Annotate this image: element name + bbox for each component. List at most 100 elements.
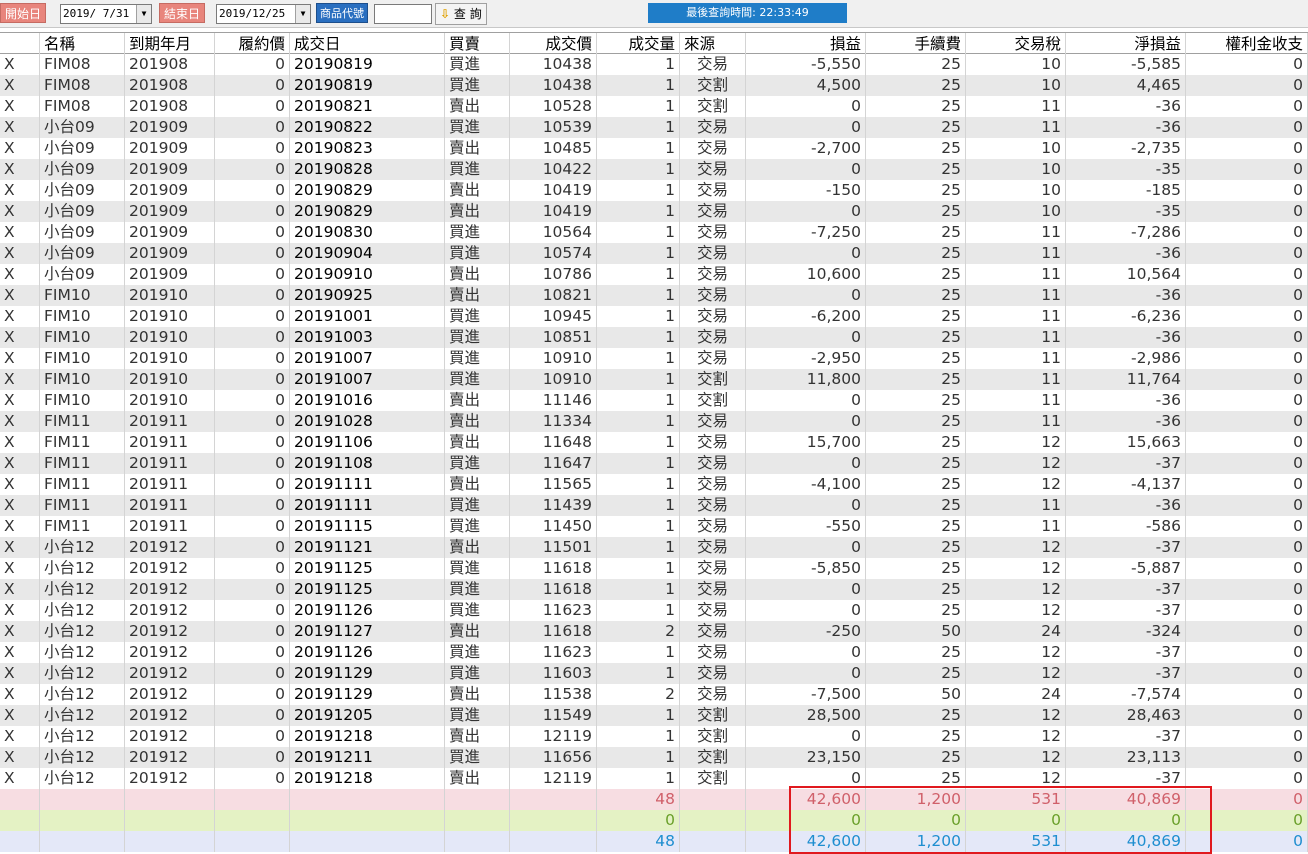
cell-source: 交易 [680,537,746,558]
table-row[interactable]: X 小台12 201912 0 20191129 賣出 11538 2 交易 -7,500 50 24… [0,684,1308,705]
table-row[interactable]: X FIM08 201908 0 20190821 賣出 10528 1 交割 0 25 11 -36 0 [0,96,1308,117]
cell-name: 小台09 [40,180,125,201]
cell-expiry: 201909 [125,117,215,138]
table-row[interactable]: X 小台12 201912 0 20191205 買進 11549 1 交割 28,500 25 12… [0,705,1308,726]
cell-source: 交易 [680,474,746,495]
cell-trade-date: 20190829 [290,180,445,201]
cell-price: 10539 [510,117,597,138]
table-row[interactable]: X 小台09 201909 0 20190829 賣出 10419 1 交易 -150 25 10 -1… [0,180,1308,201]
table-row[interactable]: X 小台09 201909 0 20190823 賣出 10485 1 交易 -2,700 25 10… [0,138,1308,159]
col-header[interactable]: 來源 [680,33,746,55]
cell-trade-date: 20190829 [290,201,445,222]
cell-pnl: 0 [746,726,866,747]
start-date-combo[interactable]: 2019/ 7/31 ▼ [60,4,152,24]
table-row[interactable]: X FIM11 201911 0 20191106 賣出 11648 1 交易 15,700 25 1… [0,432,1308,453]
cell-price: 10945 [510,306,597,327]
table-row[interactable]: X FIM11 201911 0 20191115 買進 11450 1 交易 -550 25 11-… [0,516,1308,537]
cell-pnl: -6,200 [746,306,866,327]
table-row[interactable]: X 小台12 201912 0 20191218 賣出 12119 1 交割 0 25 12 -37 0 [0,726,1308,747]
table-row[interactable]: X 小台12 201912 0 20191125 買進 11618 1 交易 -5,850 25 12… [0,558,1308,579]
table-row[interactable]: X 小台09 201909 0 20190822 買進 10539 1 交易 0 25 11 -36 0 [0,117,1308,138]
col-header[interactable]: 成交價 [510,33,597,55]
end-date-combo[interactable]: 2019/12/25 ▼ [216,4,311,24]
table-row[interactable]: X 小台12 201912 0 20191129 買進 11603 1 交易 0 25 12 -37 0 [0,663,1308,684]
summary-empty-cell [0,831,40,852]
summary-empty-cell [445,789,510,810]
col-header[interactable]: 交易稅 [966,33,1066,55]
table-row[interactable]: X 小台09 201909 0 20190910 賣出 10786 1 交易 10,600 25 11… [0,264,1308,285]
product-code-label: 商品代號 [316,3,368,23]
cell-pnl: 0 [746,411,866,432]
col-header[interactable]: 到期年月 [125,33,215,55]
cell-premium: 0 [1186,726,1308,747]
cell-side: 賣出 [445,264,510,285]
cell-pnl: -250 [746,621,866,642]
cell-fee: 25 [866,705,966,726]
cell-source: 交割 [680,768,746,789]
table-row[interactable]: X FIM10 201910 0 20191001 買進 10945 1 交易 -6,200 25 1… [0,306,1308,327]
table-row[interactable]: X 小台09 201909 0 20190904 買進 10574 1 交易 0 25 11 -36 0 [0,243,1308,264]
col-header[interactable]: 名稱 [40,33,125,55]
col-header[interactable]: 成交日 [290,33,445,55]
chevron-down-icon[interactable]: ▼ [136,5,151,23]
cell-side: 買進 [445,54,510,75]
col-header[interactable]: 損益 [746,33,866,55]
table-row[interactable]: X FIM10 201910 0 20191003 買進 10851 1 交易 0 25 11 -36 0 [0,327,1308,348]
col-header[interactable]: 成交量 [597,33,680,55]
table-row[interactable]: X 小台09 201909 0 20190829 賣出 10419 1 交易 0 25 10 -35 0 [0,201,1308,222]
table-row[interactable]: X 小台12 201912 0 20191126 買進 11623 1 交易 0 25 12 -37 0 [0,600,1308,621]
cell-account-flag: X [0,579,40,600]
cell-pnl: -550 [746,516,866,537]
cell-premium: 0 [1186,285,1308,306]
cell-quantity: 1 [597,390,680,411]
cell-fee: 25 [866,327,966,348]
table-row[interactable]: X FIM08 201908 0 20190819 買進 10438 1 交易 -5,550 25 1… [0,54,1308,75]
table-row[interactable]: X FIM11 201911 0 20191028 賣出 11334 1 交易 0 25 11 -36 0 [0,411,1308,432]
col-header[interactable]: 手續費 [866,33,966,55]
cell-fee: 25 [866,243,966,264]
cell-strike: 0 [215,75,290,96]
table-row[interactable]: X 小台12 201912 0 20191211 買進 11656 1 交割 23,150 25 12… [0,747,1308,768]
table-row[interactable]: X FIM10 201910 0 20191016 賣出 11146 1 交割 0 25 11 -36 0 [0,390,1308,411]
product-code-input[interactable] [374,4,432,24]
cell-strike: 0 [215,621,290,642]
table-row[interactable]: X 小台12 201912 0 20191121 賣出 11501 1 交易 0 25 12 -37 0 [0,537,1308,558]
col-header[interactable]: 履約價 [215,33,290,55]
chevron-down-icon[interactable]: ▼ [295,5,310,23]
table-row[interactable]: X FIM10 201910 0 20190925 賣出 10821 1 交易 0 25 11 -36 0 [0,285,1308,306]
table-row[interactable]: X FIM11 201911 0 20191108 買進 11647 1 交易 0 25 12 -37 0 [0,453,1308,474]
table-row[interactable]: X FIM10 201910 0 20191007 買進 10910 1 交割 11,800 25 1… [0,369,1308,390]
col-header[interactable]: 買賣 [445,33,510,55]
cell-name: 小台12 [40,642,125,663]
table-row[interactable]: X 小台12 201912 0 20191218 賣出 12119 1 交割 0 25 12 -37 0 [0,768,1308,789]
col-header[interactable] [0,33,40,55]
col-header[interactable]: 淨損益 [1066,33,1186,55]
table-row[interactable]: X 小台12 201912 0 20191127 賣出 11618 2 交易 -250 50 24 -3… [0,621,1308,642]
end-date-value: 2019/12/25 [219,7,286,20]
cell-name: 小台12 [40,558,125,579]
table-row[interactable]: X FIM10 201910 0 20191007 買進 10910 1 交易 -2,950 25 1… [0,348,1308,369]
cell-net-pnl: -36 [1066,411,1186,432]
table-row[interactable]: X 小台12 201912 0 20191126 買進 11623 1 交易 0 25 12 -37 0 [0,642,1308,663]
table-row[interactable]: X 小台09 201909 0 20190830 買進 10564 1 交易 -7,250 25 11… [0,222,1308,243]
table-row[interactable]: X 小台09 201909 0 20190828 買進 10422 1 交易 0 25 10 -35 0 [0,159,1308,180]
cell-side: 賣出 [445,180,510,201]
cell-premium: 0 [1186,537,1308,558]
table-row[interactable]: X FIM08 201908 0 20190819 買進 10438 1 交割 4,500 25 10… [0,75,1308,96]
cell-net-pnl: 23,113 [1066,747,1186,768]
cell-quantity: 1 [597,348,680,369]
cell-expiry: 201911 [125,474,215,495]
cell-pnl: 0 [746,768,866,789]
cell-tax: 12 [966,747,1066,768]
col-header[interactable]: 權利金收支 [1186,33,1308,55]
table-row[interactable]: X FIM11 201911 0 20191111 買進 11439 1 交易 0 25 11 -36 0 [0,495,1308,516]
cell-quantity: 1 [597,663,680,684]
cell-source: 交易 [680,411,746,432]
query-button[interactable]: ⇩ 查 詢 [435,3,487,25]
summary-empty-cell [680,831,746,852]
table-row[interactable]: X FIM11 201911 0 20191111 賣出 11565 1 交易 -4,100 25 1… [0,474,1308,495]
cell-account-flag: X [0,663,40,684]
cell-source: 交易 [680,327,746,348]
cell-trade-date: 20191115 [290,516,445,537]
table-row[interactable]: X 小台12 201912 0 20191125 買進 11618 1 交易 0 25 12 -37 0 [0,579,1308,600]
